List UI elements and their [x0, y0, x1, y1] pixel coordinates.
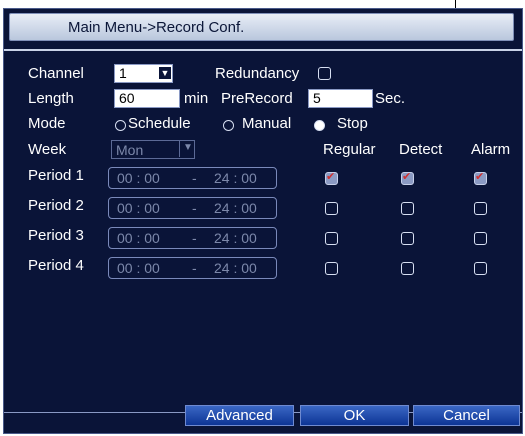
length-value: 60 — [119, 90, 135, 106]
regular-header: Regular — [323, 141, 376, 158]
detect-header: Detect — [399, 141, 443, 158]
period-2-end: 24 : 00 — [214, 200, 257, 216]
length-input[interactable]: 60 — [114, 89, 180, 108]
period-3-end: 24 : 00 — [214, 230, 257, 246]
period-2-detect-checkbox[interactable] — [401, 202, 414, 215]
period-3-start: 00 : 00 — [117, 230, 160, 246]
mode-label: Mode — [28, 115, 66, 132]
manual-label: Manual — [242, 115, 292, 132]
title-divider — [4, 49, 522, 51]
screen-edge-tick — [455, 0, 456, 8]
period-2-time[interactable]: 00 : 00 - 24 : 00 — [108, 197, 277, 219]
period-3-detect-checkbox[interactable] — [401, 232, 414, 245]
period-2-dash: - — [192, 200, 197, 216]
channel-select[interactable]: 1 ▼ — [114, 64, 173, 83]
period-1-time[interactable]: 00 : 00 - 24 : 00 — [108, 167, 277, 189]
period-3-regular-checkbox[interactable] — [325, 232, 338, 245]
advanced-button[interactable]: Advanced — [185, 405, 294, 426]
cancel-button[interactable]: Cancel — [413, 405, 520, 426]
length-unit: min — [184, 90, 209, 107]
week-select[interactable]: Mon ▼ — [111, 140, 195, 159]
stop-radio[interactable] — [314, 120, 325, 131]
period-1-detect-checkbox[interactable] — [401, 170, 414, 185]
prerecord-value: 5 — [313, 90, 321, 106]
schedule-label: Schedule — [128, 115, 191, 132]
period-4-regular-checkbox[interactable] — [325, 262, 338, 275]
chevron-down-icon: ▼ — [183, 142, 193, 153]
title-bar: Main Menu->Record Conf. — [9, 13, 514, 41]
prerecord-label: PreRecord — [221, 90, 293, 107]
period-1-alarm-checkbox[interactable] — [474, 170, 487, 185]
period-3-label: Period 3 — [28, 227, 84, 244]
redundancy-checkbox[interactable] — [318, 67, 331, 80]
length-label: Length — [28, 90, 74, 107]
period-1-dash: - — [192, 170, 197, 186]
dropdown-divider — [179, 140, 180, 157]
record-conf-window: Main Menu->Record Conf. Channel 1 ▼ Redu… — [3, 8, 523, 434]
chevron-down-icon: ▼ — [159, 67, 171, 79]
period-4-alarm-checkbox[interactable] — [474, 262, 487, 275]
period-4-dash: - — [192, 260, 197, 276]
period-4-label: Period 4 — [28, 257, 84, 274]
period-1-start: 00 : 00 — [117, 170, 160, 186]
prerecord-unit: Sec. — [375, 90, 406, 107]
period-4-detect-checkbox[interactable] — [401, 262, 414, 275]
window-title: Main Menu->Record Conf. — [68, 19, 245, 36]
period-4-time[interactable]: 00 : 00 - 24 : 00 — [108, 257, 277, 279]
stop-label: Stop — [337, 115, 368, 132]
redundancy-label: Redundancy — [215, 65, 300, 82]
period-4-end: 24 : 00 — [214, 260, 257, 276]
schedule-radio[interactable] — [115, 120, 126, 131]
period-1-regular-checkbox[interactable] — [325, 170, 338, 185]
channel-value: 1 — [119, 65, 127, 81]
channel-label: Channel — [28, 65, 84, 82]
period-2-alarm-checkbox[interactable] — [474, 202, 487, 215]
period-2-regular-checkbox[interactable] — [325, 202, 338, 215]
period-4-start: 00 : 00 — [117, 260, 160, 276]
prerecord-input[interactable]: 5 — [308, 89, 373, 108]
period-3-alarm-checkbox[interactable] — [474, 232, 487, 245]
ok-button[interactable]: OK — [300, 405, 409, 426]
week-label: Week — [28, 141, 67, 158]
period-2-label: Period 2 — [28, 197, 84, 214]
alarm-header: Alarm — [471, 141, 511, 158]
period-1-end: 24 : 00 — [214, 170, 257, 186]
period-3-time[interactable]: 00 : 00 - 24 : 00 — [108, 227, 277, 249]
week-value: Mon — [116, 142, 144, 158]
period-3-dash: - — [192, 230, 197, 246]
period-1-label: Period 1 — [28, 167, 84, 184]
period-2-start: 00 : 00 — [117, 200, 160, 216]
manual-radio[interactable] — [223, 120, 234, 131]
